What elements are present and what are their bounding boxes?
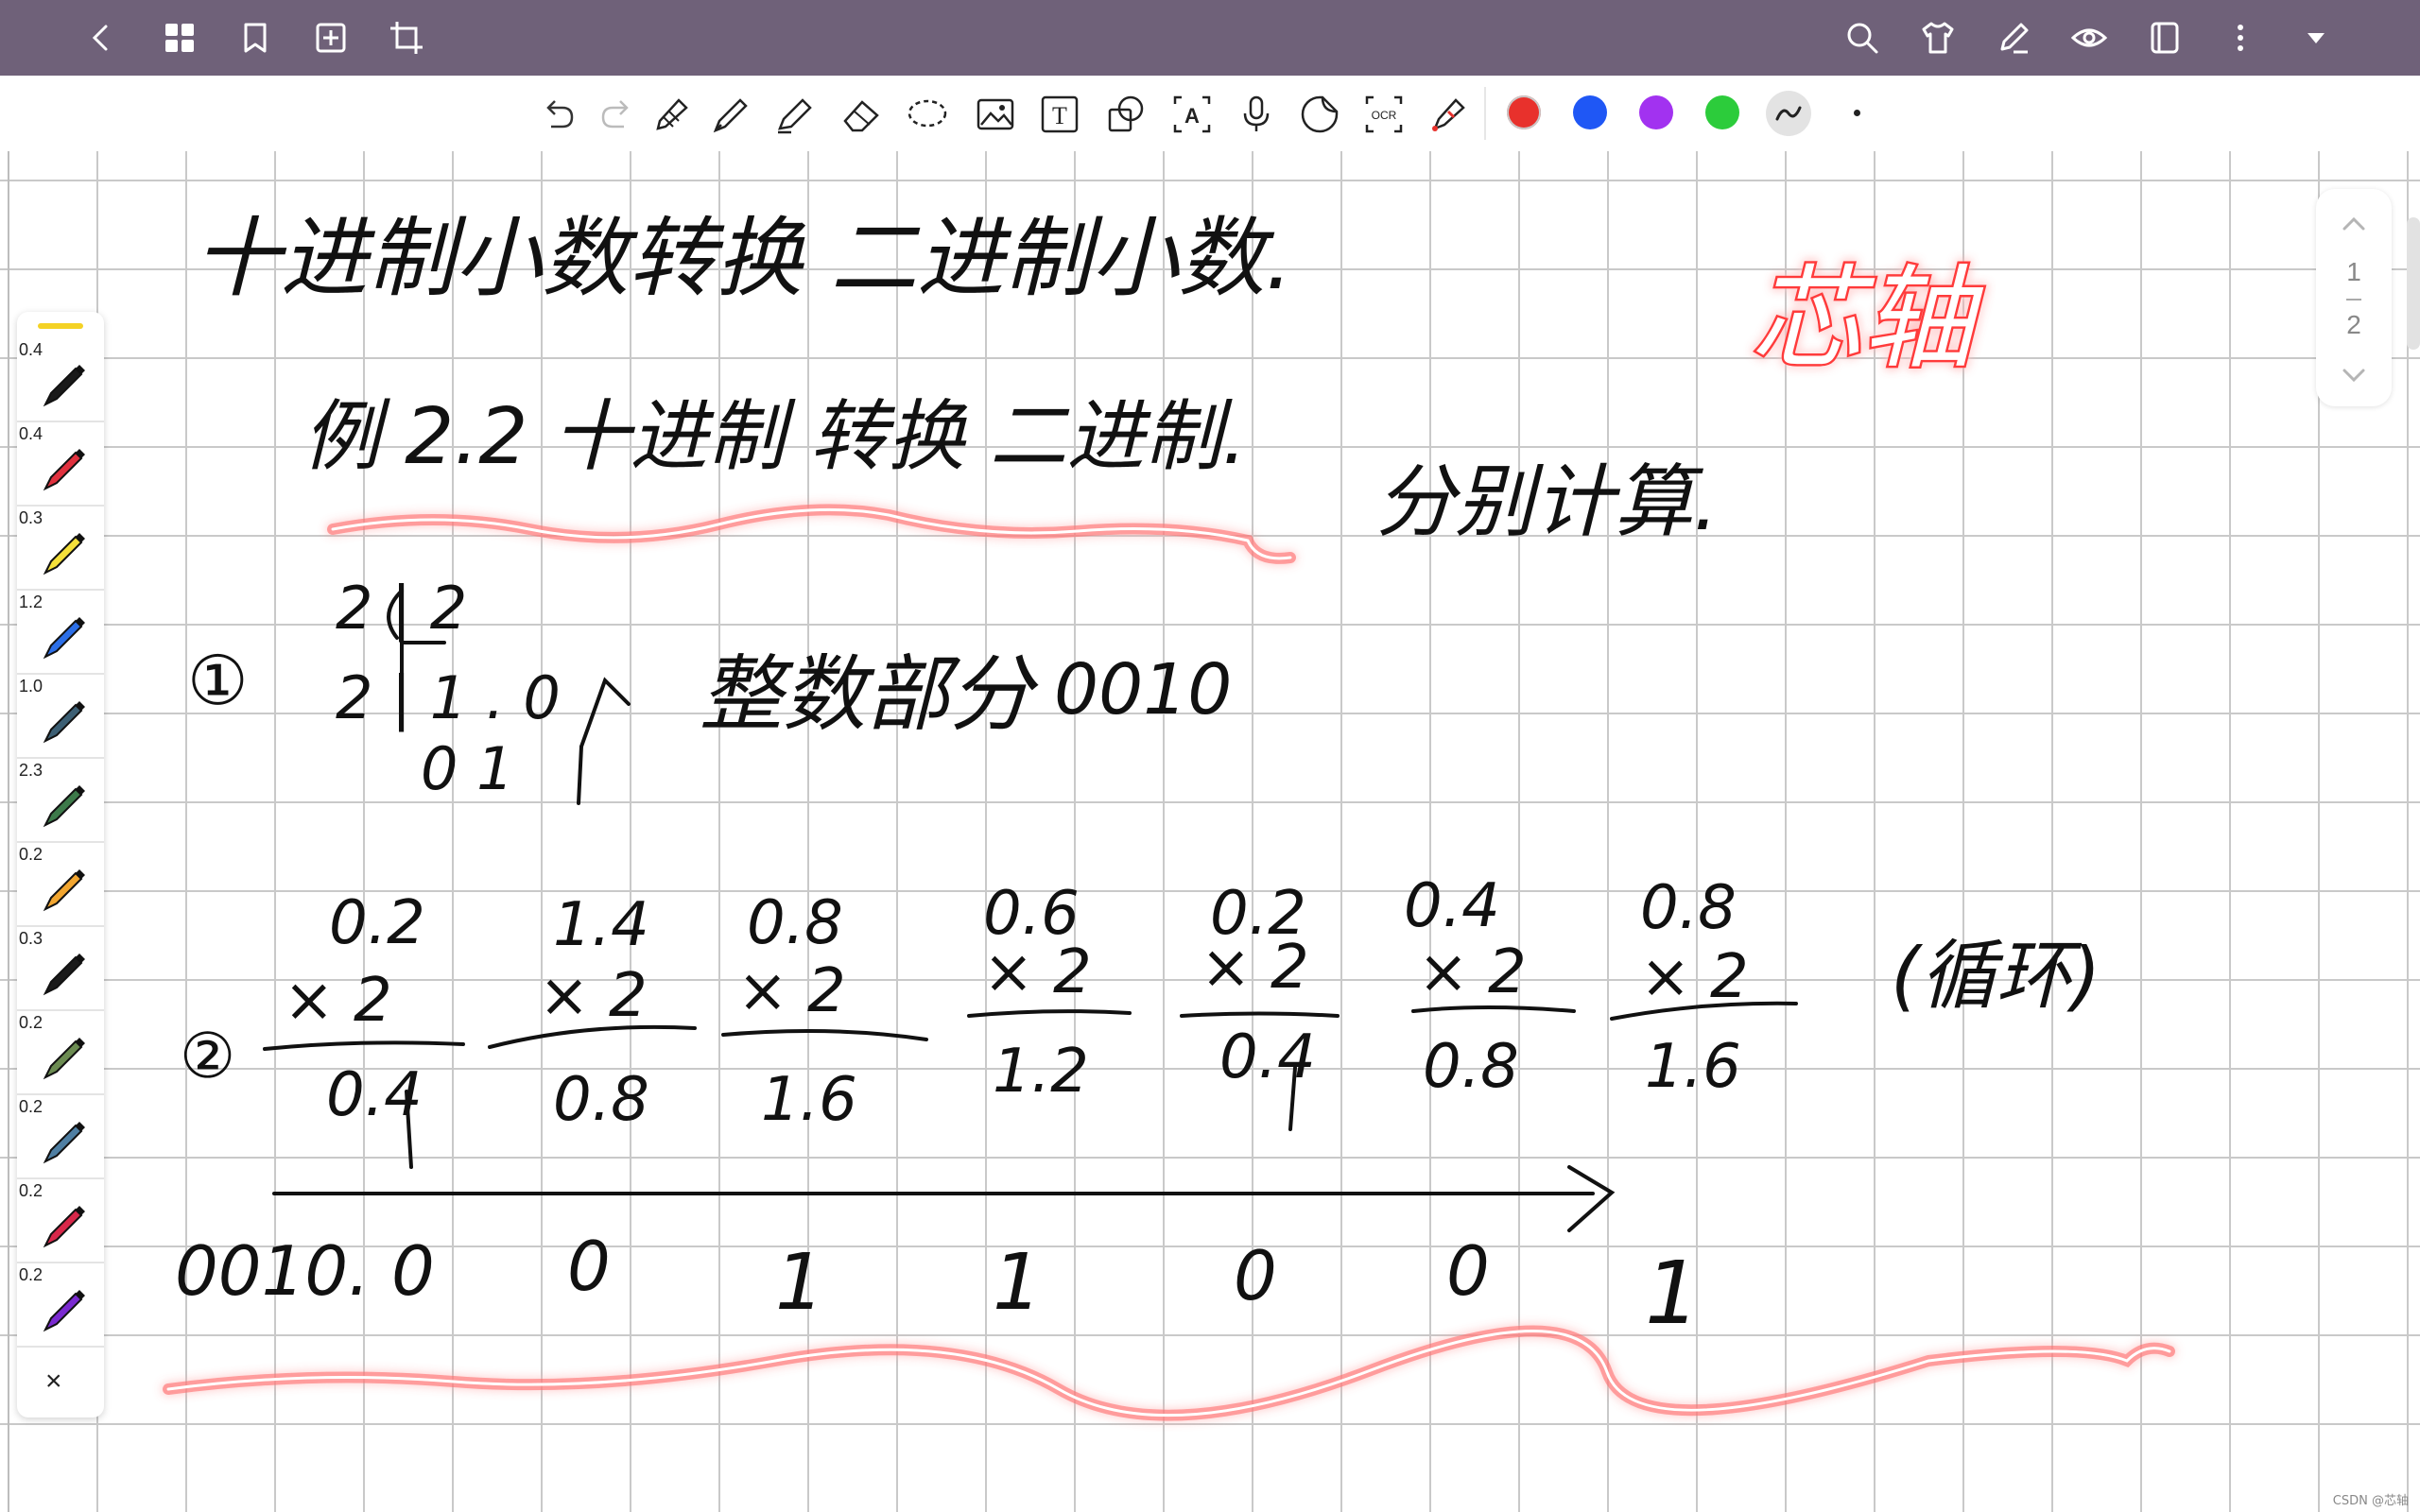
pen-icon: [43, 1038, 85, 1080]
text-icon[interactable]: T: [1038, 93, 1081, 136]
color-swatch-blue[interactable]: [1573, 95, 1607, 129]
more-icon[interactable]: [2221, 19, 2259, 57]
page-up-icon[interactable]: [2335, 208, 2373, 236]
bookmark-icon[interactable]: [236, 19, 274, 57]
add-page-icon[interactable]: [312, 19, 350, 57]
toolbar-divider: [1484, 87, 1486, 140]
lasso-icon[interactable]: [906, 93, 949, 136]
text-recognition-letter: A: [1184, 104, 1200, 128]
pen-icon: [43, 785, 85, 828]
pen-preset-3[interactable]: 0.3: [17, 505, 104, 591]
back-icon[interactable]: [83, 19, 121, 57]
pen-icon: [43, 701, 85, 744]
canvas-margin: [8, 151, 9, 1512]
undo-icon[interactable]: [536, 93, 579, 136]
text-icon-letter: T: [1052, 102, 1067, 129]
ocr-icon[interactable]: OCR: [1362, 93, 1406, 136]
pen-preset-5[interactable]: 1.0: [17, 673, 104, 759]
grid-icon[interactable]: [161, 19, 199, 57]
pen-preset-7[interactable]: 0.2: [17, 841, 104, 927]
redo-icon[interactable]: [596, 93, 639, 136]
pen-preset-12[interactable]: 0.2: [17, 1262, 104, 1348]
scrollbar[interactable]: [2407, 217, 2420, 350]
pen-preset-9[interactable]: 0.2: [17, 1009, 104, 1095]
pen-preset-1[interactable]: 0.4: [17, 336, 104, 422]
pen-preset-10[interactable]: 0.2: [17, 1093, 104, 1179]
image-icon[interactable]: [974, 93, 1017, 136]
note-canvas[interactable]: [0, 151, 2420, 1512]
drawing-toolbar: T A OCR: [0, 76, 2420, 151]
page-navigator: 1 2: [2316, 189, 2392, 406]
pen-preset-8[interactable]: 0.3: [17, 925, 104, 1011]
microphone-icon[interactable]: [1235, 93, 1278, 136]
pen-icon: [43, 533, 85, 576]
pen-icon: [43, 449, 85, 491]
stroke-style-icon[interactable]: [1766, 91, 1811, 136]
pen-preset-4[interactable]: 1.2: [17, 589, 104, 675]
pen-icon: [43, 365, 85, 407]
watermark: CSDN @芯轴: [2332, 1494, 2409, 1508]
search-icon[interactable]: [1843, 19, 1881, 57]
color-swatch-red[interactable]: [1507, 95, 1541, 129]
total-pages-number: 2: [2346, 310, 2361, 339]
pen-icon: [43, 1122, 85, 1164]
pen-preset-11[interactable]: 0.2: [17, 1177, 104, 1263]
shirt-icon[interactable]: [1919, 19, 1957, 57]
highlighter-icon[interactable]: [772, 93, 816, 136]
pen-icon: [43, 954, 85, 996]
sticker-icon[interactable]: [1298, 93, 1341, 136]
eye-icon[interactable]: [2070, 19, 2108, 57]
pen-icon: [43, 617, 85, 660]
color-swatch-green[interactable]: [1705, 95, 1739, 129]
stroke-size-dot-icon[interactable]: [1854, 110, 1860, 116]
notebook-icon[interactable]: [2146, 19, 2184, 57]
color-swatch-purple[interactable]: [1639, 95, 1673, 129]
pen-icon: [43, 1290, 85, 1332]
pen-tray: 0.4 0.4 0.3 1.2 1.0 2.3 0.2 0.3 0.2 0.2 0.2 0.2 ×: [17, 312, 104, 1418]
pen-preset-6[interactable]: 2.3: [17, 757, 104, 843]
tray-handle[interactable]: [38, 323, 83, 329]
ocr-label: OCR: [1372, 109, 1397, 122]
pen-preset-2[interactable]: 0.4: [17, 421, 104, 507]
laser-pointer-icon[interactable]: [1426, 93, 1469, 136]
shape-icon[interactable]: [1104, 93, 1148, 136]
pen-icon: [43, 869, 85, 912]
pen-edit-icon[interactable]: [1995, 19, 2032, 57]
text-recognition-icon[interactable]: A: [1170, 93, 1214, 136]
pen-icon: [43, 1206, 85, 1248]
pen-icon[interactable]: [708, 93, 752, 136]
crop-icon[interactable]: [388, 19, 425, 57]
top-app-bar: [0, 0, 2420, 76]
page-separator: [2346, 299, 2361, 301]
close-icon[interactable]: ×: [45, 1366, 62, 1398]
dropdown-icon[interactable]: [2297, 19, 2335, 57]
pencil-icon[interactable]: [648, 93, 692, 136]
current-page-number: 1: [2346, 257, 2361, 286]
page-down-icon[interactable]: [2335, 363, 2373, 391]
eraser-icon[interactable]: [839, 93, 883, 136]
